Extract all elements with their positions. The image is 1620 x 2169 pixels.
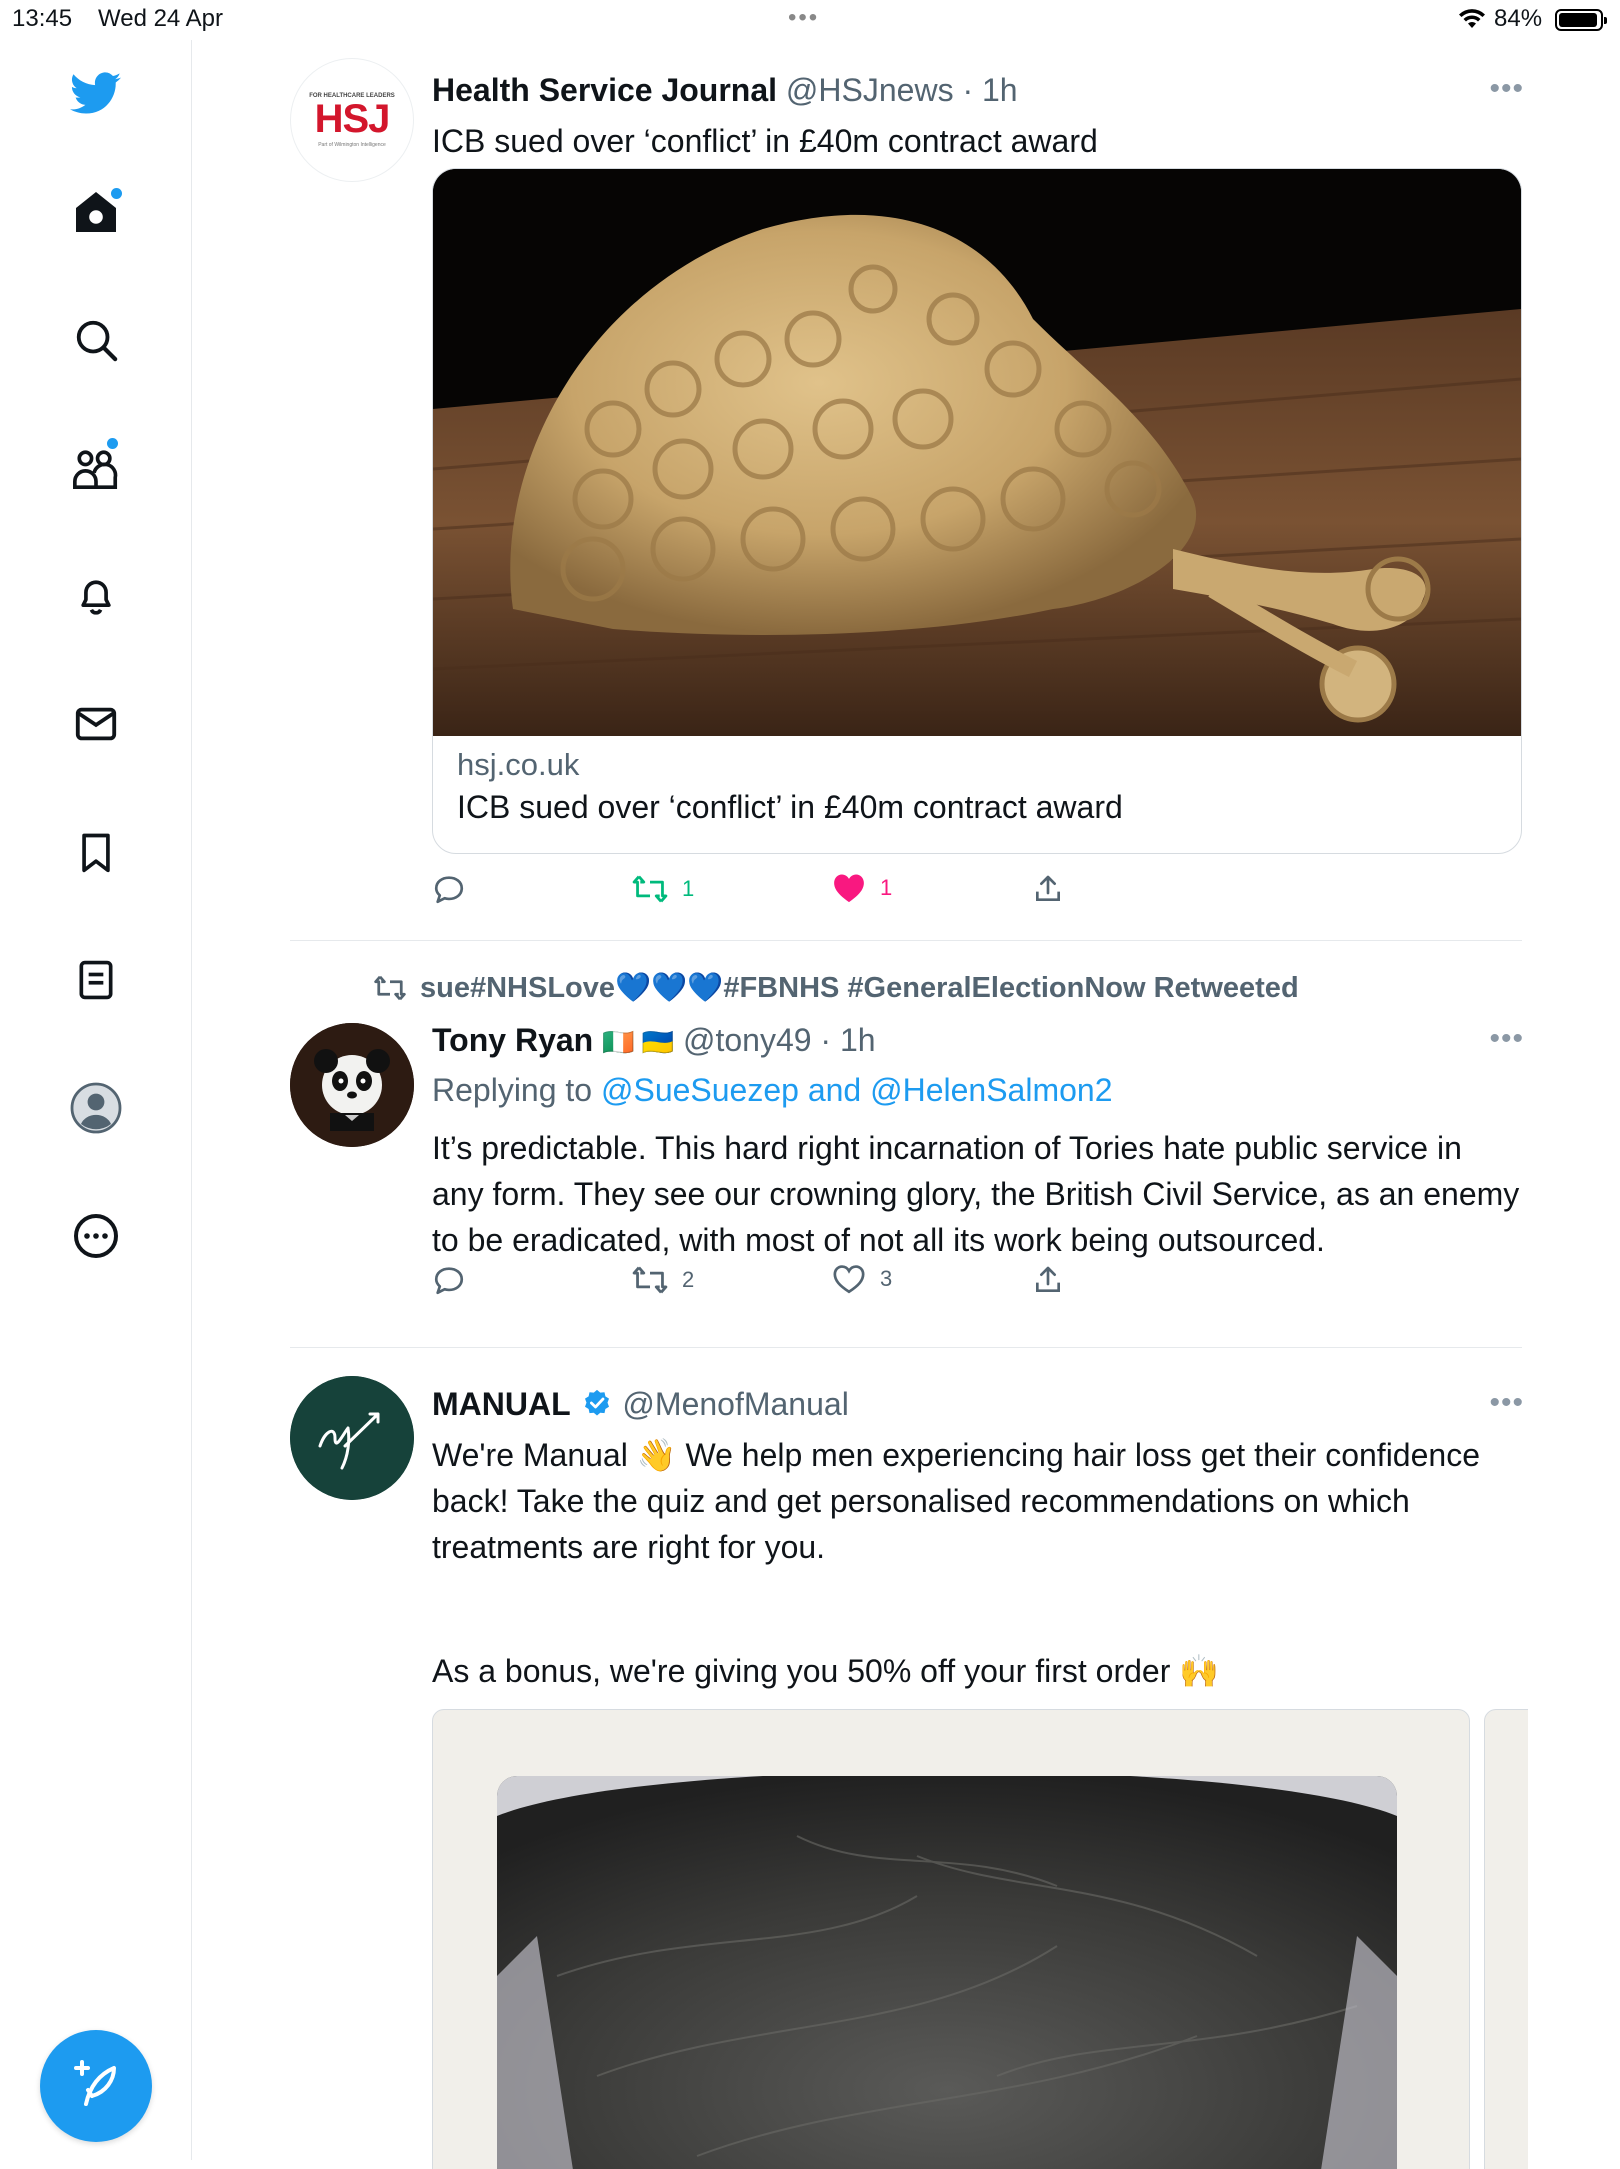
link-card-image [433, 169, 1521, 736]
multitasking-dots-icon[interactable]: ••• [788, 4, 819, 32]
retweet-icon [632, 1266, 668, 1294]
link-card-domain: hsj.co.uk [457, 747, 580, 782]
home-notification-dot [111, 188, 122, 199]
like-button[interactable]: 3 [832, 1263, 892, 1295]
link-card-title: ICB sued over ‘conflict’ in £40m contrac… [457, 789, 1123, 825]
author-name[interactable]: MANUAL [432, 1386, 571, 1422]
like-button[interactable]: 1 [832, 872, 892, 904]
author-handle[interactable]: @tony49 [683, 1022, 812, 1058]
retweet-context-icon [374, 975, 406, 1001]
tweet-tony-ryan[interactable]: sue#NHSLove💙💙💙#FBNHS #GeneralElectionNow… [290, 965, 1524, 1345]
heart-outline-icon [833, 1265, 865, 1294]
carousel-card[interactable] [432, 1709, 1470, 2169]
twitter-logo-icon[interactable] [64, 62, 128, 126]
bell-icon[interactable] [64, 564, 128, 628]
replying-to-prefix: Replying to [432, 1072, 593, 1108]
author-flags: 🇮🇪 🇺🇦 [602, 1027, 675, 1057]
reply-button[interactable] [432, 872, 480, 906]
retweet-context: sue#NHSLove💙💙💙#FBNHS #GeneralElectionNow… [372, 968, 1299, 1008]
mail-icon[interactable] [64, 692, 128, 756]
tweet-header: MANUAL @MenofManual [432, 1386, 849, 1426]
timeline-feed: FOR HEALTHCARE LEADERS HSJ Part of Wilmi… [192, 40, 1620, 2169]
wifi-icon [1457, 6, 1487, 37]
home-icon[interactable] [64, 180, 128, 244]
carousel-card-next[interactable] [1484, 1709, 1528, 2169]
compose-tweet-icon [70, 2058, 122, 2115]
tweet-text: It’s predictable. This hard right incarn… [432, 1130, 1520, 1258]
reply-button[interactable] [432, 1263, 480, 1297]
like-count: 3 [880, 1266, 893, 1291]
sidebar-nav [0, 40, 192, 2160]
communities-icon[interactable] [64, 436, 128, 500]
tweet-time[interactable]: 1h [840, 1022, 876, 1058]
status-time: 13:45 [12, 5, 73, 32]
tweet-text: ICB sued over ‘conflict’ in £40m contrac… [432, 123, 1098, 159]
share-button[interactable] [1032, 1263, 1064, 1297]
retweet-button[interactable]: 2 [632, 1263, 694, 1297]
tweet-actions: 2 3 [432, 1263, 1132, 1303]
tweet-divider [290, 940, 1522, 941]
tweet-text: We're Manual 👋 We help men experiencing … [432, 1437, 1480, 1565]
author-name[interactable]: Health Service Journal [432, 72, 777, 108]
tweet-manual-promoted[interactable]: MANUAL @MenofManual ••• We're Manual 👋 W… [290, 1376, 1528, 2169]
replying-to-mentions[interactable]: @SueSuezep and @HelenSalmon2 [601, 1072, 1113, 1108]
like-count: 1 [880, 875, 893, 900]
heart-filled-icon [834, 874, 864, 903]
more-circle-icon[interactable] [64, 1204, 128, 1268]
media-carousel[interactable] [432, 1709, 1528, 2169]
share-button[interactable] [1032, 872, 1064, 906]
retweet-icon [632, 875, 668, 903]
bookmark-icon[interactable] [64, 820, 128, 884]
profile-icon[interactable] [64, 1076, 128, 1140]
status-bar: 13:45 Wed 24 Apr ••• 84% [0, 0, 1620, 40]
avatar-bottom-text: Part of Wilmington Intelligence [318, 142, 386, 148]
avatar[interactable]: FOR HEALTHCARE LEADERS HSJ Part of Wilmi… [290, 58, 414, 182]
avatar[interactable] [290, 1023, 414, 1147]
more-options-icon[interactable]: ••• [1489, 72, 1524, 106]
tweet-header: Health Service Journal @HSJnews · 1h [432, 72, 1018, 108]
lists-icon[interactable] [64, 948, 128, 1012]
tweet-text-bonus: As a bonus, we're giving you 50% off you… [432, 1653, 1220, 1689]
more-options-icon[interactable]: ••• [1489, 1022, 1524, 1056]
retweeted-by-text[interactable]: sue#NHSLove💙💙💙#FBNHS #GeneralElectionNow… [420, 971, 1299, 1005]
reply-icon [434, 1267, 464, 1295]
retweet-button[interactable]: 1 [632, 872, 694, 906]
replying-to: Replying to @SueSuezep and @HelenSalmon2 [432, 1072, 1113, 1109]
avatar-logo-text: HSJ [314, 97, 391, 141]
share-icon [1036, 1266, 1060, 1292]
author-handle[interactable]: @MenofManual [622, 1386, 848, 1422]
tweet-actions: 1 1 [432, 872, 1132, 912]
link-card[interactable]: hsj.co.uk ICB sued over ‘conflict’ in £4… [432, 168, 1522, 854]
battery-percent: 84% [1494, 5, 1543, 32]
tweet-time[interactable]: 1h [982, 72, 1018, 108]
author-handle[interactable]: @HSJnews [786, 72, 954, 108]
verified-badge-icon [582, 1388, 612, 1426]
compose-tweet-button[interactable] [40, 2030, 152, 2142]
author-name[interactable]: Tony Ryan [432, 1022, 593, 1058]
retweet-count: 1 [682, 876, 695, 901]
communities-notification-dot [107, 438, 118, 449]
search-icon[interactable] [64, 308, 128, 372]
reply-icon [434, 876, 464, 904]
more-options-icon[interactable]: ••• [1489, 1386, 1524, 1420]
share-icon [1036, 875, 1060, 901]
carousel-card-image [497, 1776, 1397, 2169]
avatar[interactable] [290, 1376, 414, 1500]
tweet-hsj[interactable]: FOR HEALTHCARE LEADERS HSJ Part of Wilmi… [290, 58, 1524, 948]
tweet-header: Tony Ryan 🇮🇪 🇺🇦 @tony49 · 1h [432, 1022, 876, 1058]
battery-icon [1555, 9, 1607, 31]
retweet-count: 2 [682, 1267, 695, 1292]
status-date: Wed 24 Apr [98, 5, 223, 32]
tweet-divider [290, 1347, 1522, 1348]
